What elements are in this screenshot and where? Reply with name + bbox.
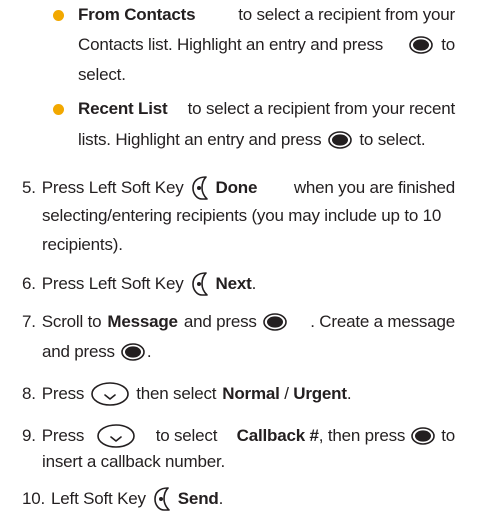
bullet-line: lists. Highlight an entry and press to s… [78,129,426,151]
step-line: insert a callback number. [42,451,225,473]
step-line: and press . [42,341,152,363]
step-text: Press Left Soft Key [41,178,184,197]
step-line: 7. Scroll to Message and press . Create … [22,311,455,333]
step-text: . [218,489,224,508]
step-keyword: Send [177,489,219,508]
step-line: selecting/entering recipients (you may i… [42,205,455,227]
step-number: 6. [22,274,36,293]
step-line: recipients). [42,234,123,256]
step-keyword: Urgent [293,384,347,403]
step-text: to select [155,426,218,445]
option-title: From Contacts [78,5,196,24]
step-number: 9. [22,426,36,445]
bullet-dot [53,104,64,115]
ok-key-icon [121,343,145,361]
bullet-line: Contacts list. Highlight an entry and pr… [78,34,455,56]
step-text: Press Left Soft Key [41,274,184,293]
bullet-line: Recent List to select a recipient from y… [78,98,455,120]
step-keyword: Callback # [236,426,319,445]
step-keyword: Next [215,274,252,293]
step-keyword: Message [107,312,178,331]
step-text: and press [42,342,115,361]
bullet-text: to select a recipient from your [238,5,455,24]
step-line: 8. Press then select Normal / Urgent. [22,381,352,407]
nav-key-down-icon [96,423,136,449]
step-line: 5. Press Left Soft Key Done when you are… [22,175,455,201]
ok-key-icon [263,313,287,331]
step-line: 6. Press Left Soft Key Next. [22,271,256,297]
step-text: Left Soft Key [51,489,146,508]
bullet-text: select. [78,65,126,84]
bullet-line: select. [78,64,126,86]
left-soft-key-icon [152,486,172,512]
bullet-dot [53,10,64,21]
step-number: 10. [22,489,46,508]
step-text: . [346,384,352,403]
step-text: insert a callback number. [42,452,226,471]
step-text: . [251,274,257,293]
step-text: Scroll to [41,312,102,331]
step-text: to [441,426,455,445]
bullet-text: to select. [359,130,426,149]
step-number: 7. [22,312,36,331]
step-text: . [146,342,152,361]
bullet-text: Contacts list. Highlight an entry and pr… [78,35,384,54]
step-keyword: Normal [222,384,280,403]
ok-key-icon [409,36,433,54]
step-text: / [284,384,289,403]
step-line: 9. Press to select Callback #, then pres… [22,423,455,449]
step-keyword: Done [215,178,258,197]
nav-key-down-icon [90,381,130,407]
step-text: then select [136,384,217,403]
step-text: when you are finished [293,178,455,197]
left-soft-key-icon [190,175,210,201]
step-text: and press [183,312,257,331]
step-text: . Create a message [310,312,455,331]
step-line: 10. Left Soft Key Send. [22,486,223,512]
ok-key-icon [411,427,435,445]
step-text: Press [41,384,85,403]
bullet-text: to select a recipient from your recent [187,99,456,118]
bullet-text: lists. Highlight an entry and press [78,130,322,149]
step-number: 8. [22,384,36,403]
step-text: , then press [318,426,406,445]
step-text: Press [41,426,85,445]
manual-page: From Contacts to select a recipient from… [0,0,478,515]
left-soft-key-icon [190,271,210,297]
bullet-text: to [441,35,455,54]
ok-key-icon [328,131,352,149]
step-number: 5. [22,178,36,197]
bullet-line: From Contacts to select a recipient from… [78,4,455,26]
option-title: Recent List [78,99,168,118]
step-text: selecting/entering recipients (you may i… [42,206,442,225]
step-text: recipients). [42,235,123,254]
